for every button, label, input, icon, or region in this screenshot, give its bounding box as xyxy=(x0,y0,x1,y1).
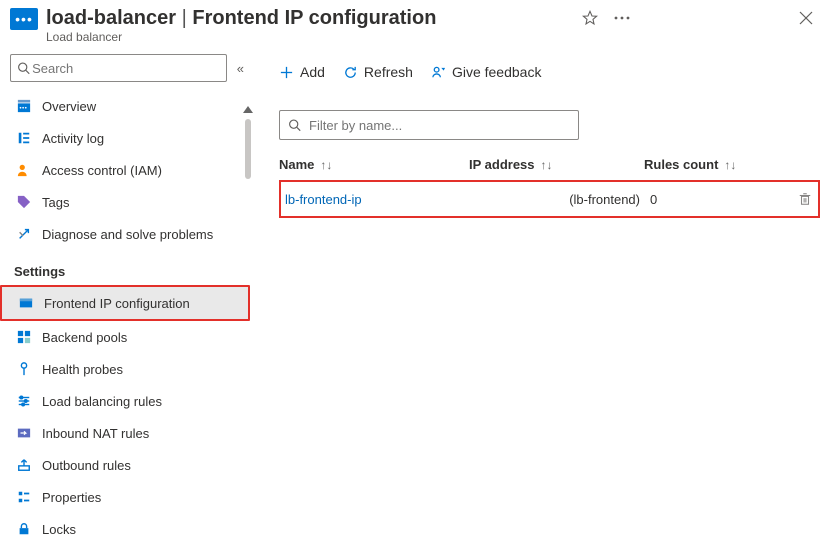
frontend-ip-icon xyxy=(18,295,34,311)
sidebar-item-label: Diagnose and solve problems xyxy=(42,227,213,242)
search-icon xyxy=(288,118,301,132)
diagnose-icon xyxy=(16,226,32,242)
sidebar-item-inbound-nat[interactable]: Inbound NAT rules xyxy=(0,417,250,449)
sidebar-item-properties[interactable]: Properties xyxy=(0,481,250,513)
scroll-up-icon xyxy=(243,106,253,113)
sidebar-item-label: Properties xyxy=(42,490,101,505)
sidebar-item-label: Load balancing rules xyxy=(42,394,162,409)
sidebar-section-settings: Settings xyxy=(0,250,250,285)
backend-pools-icon xyxy=(16,329,32,345)
sidebar-item-activity-log[interactable]: Activity log xyxy=(0,122,250,154)
sidebar: « Overview Activity log Access control (… xyxy=(0,50,255,555)
sidebar-item-locks[interactable]: Locks xyxy=(0,513,250,545)
feedback-button[interactable]: Give feedback xyxy=(431,64,542,80)
trash-icon xyxy=(798,192,812,206)
scroll-thumb[interactable] xyxy=(245,119,251,179)
table-row[interactable]: lb-frontend-ip (lb-frontend) 0 xyxy=(281,182,818,216)
sidebar-item-tags[interactable]: Tags xyxy=(0,186,250,218)
sidebar-item-lb-rules[interactable]: Load balancing rules xyxy=(0,385,250,417)
cell-rules: 0 xyxy=(650,192,798,207)
toolbar-label: Add xyxy=(300,64,325,80)
sidebar-item-label: Outbound rules xyxy=(42,458,131,473)
sidebar-item-label: Health probes xyxy=(42,362,123,377)
column-rules[interactable]: Rules count↑↓ xyxy=(644,157,820,172)
plus-icon xyxy=(279,65,294,80)
sidebar-item-label: Backend pools xyxy=(42,330,127,345)
toolbar: Add Refresh Give feedback xyxy=(279,52,820,92)
locks-icon xyxy=(16,521,32,537)
sort-icon: ↑↓ xyxy=(541,158,553,172)
refresh-icon xyxy=(343,65,358,80)
access-control-icon xyxy=(16,162,32,178)
filter-box[interactable] xyxy=(279,110,579,140)
load-balancer-icon: ••• xyxy=(10,8,38,30)
sort-icon: ↑↓ xyxy=(724,158,736,172)
sidebar-item-outbound-rules[interactable]: Outbound rules xyxy=(0,449,250,481)
sidebar-item-label: Overview xyxy=(42,99,96,114)
sidebar-item-label: Tags xyxy=(42,195,69,210)
more-button[interactable] xyxy=(612,8,632,28)
tags-icon xyxy=(16,194,32,210)
overview-icon xyxy=(16,98,32,114)
activity-log-icon xyxy=(16,130,32,146)
table-header: Name↑↓ IP address↑↓ Rules count↑↓ xyxy=(279,150,820,178)
favorite-button[interactable] xyxy=(580,8,600,28)
sidebar-item-access-control[interactable]: Access control (IAM) xyxy=(0,154,250,186)
page-subtitle: Load balancer xyxy=(46,30,580,44)
health-probes-icon xyxy=(16,361,32,377)
feedback-icon xyxy=(431,65,446,80)
lb-rules-icon xyxy=(16,393,32,409)
add-button[interactable]: Add xyxy=(279,64,325,80)
toolbar-label: Give feedback xyxy=(452,64,542,80)
main-content: Add Refresh Give feedback Name↑↓ IP xyxy=(255,50,830,555)
sidebar-item-backend-pools[interactable]: Backend pools xyxy=(0,321,250,353)
search-icon xyxy=(17,61,30,75)
inbound-nat-icon xyxy=(16,425,32,441)
frontend-ip-table: Name↑↓ IP address↑↓ Rules count↑↓ lb-fro… xyxy=(279,150,820,218)
column-name[interactable]: Name↑↓ xyxy=(279,157,469,172)
filter-input[interactable] xyxy=(307,117,570,134)
highlight-frontend-ip: Frontend IP configuration xyxy=(0,285,250,321)
sidebar-search-input[interactable] xyxy=(30,60,220,77)
properties-icon xyxy=(16,489,32,505)
sidebar-search[interactable] xyxy=(10,54,227,82)
sidebar-item-label: Access control (IAM) xyxy=(42,163,162,178)
sort-icon: ↑↓ xyxy=(320,158,332,172)
cell-ip: (lb-frontend) xyxy=(475,192,650,207)
sidebar-scrollbar[interactable] xyxy=(242,106,254,555)
sidebar-item-overview[interactable]: Overview xyxy=(0,90,250,122)
sidebar-item-frontend-ip[interactable]: Frontend IP configuration xyxy=(2,287,248,319)
blade-header: ••• load-balancer | Frontend IP configur… xyxy=(0,0,830,50)
page-title: load-balancer | Frontend IP configuratio… xyxy=(46,6,580,30)
close-button[interactable] xyxy=(796,8,816,28)
frontend-ip-link[interactable]: lb-frontend-ip xyxy=(285,192,362,207)
sidebar-item-label: Frontend IP configuration xyxy=(44,296,190,311)
sidebar-item-label: Inbound NAT rules xyxy=(42,426,149,441)
cell-name: lb-frontend-ip xyxy=(285,192,475,207)
sidebar-item-label: Locks xyxy=(42,522,76,537)
sidebar-nav: Overview Activity log Access control (IA… xyxy=(0,90,254,545)
highlight-table-row: lb-frontend-ip (lb-frontend) 0 xyxy=(279,180,820,218)
collapse-sidebar-button[interactable]: « xyxy=(235,61,246,76)
sidebar-item-label: Activity log xyxy=(42,131,104,146)
delete-row-button[interactable] xyxy=(798,192,814,206)
toolbar-label: Refresh xyxy=(364,64,413,80)
sidebar-item-health-probes[interactable]: Health probes xyxy=(0,353,250,385)
column-ip[interactable]: IP address↑↓ xyxy=(469,157,644,172)
sidebar-item-diagnose[interactable]: Diagnose and solve problems xyxy=(0,218,250,250)
refresh-button[interactable]: Refresh xyxy=(343,64,413,80)
outbound-rules-icon xyxy=(16,457,32,473)
